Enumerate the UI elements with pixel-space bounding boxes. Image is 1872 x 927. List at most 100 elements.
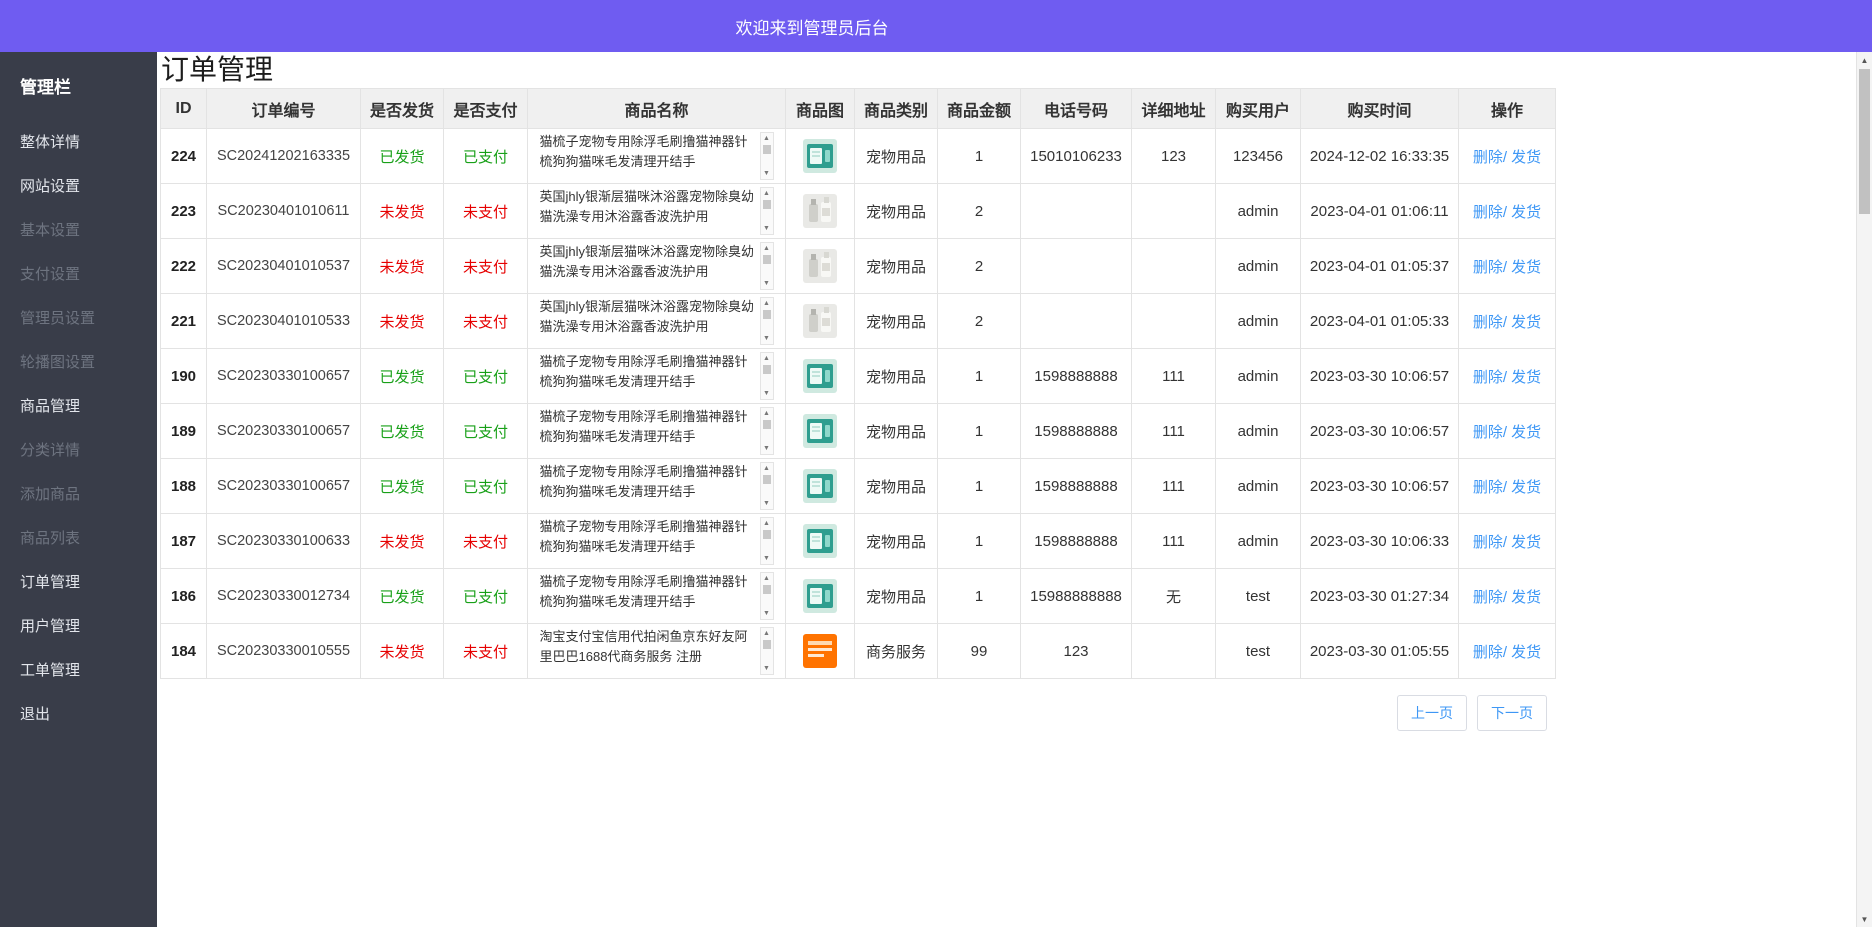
page-scrollbar[interactable]: ▲ ▼ [1856,52,1872,927]
scroll-down-icon[interactable]: ▼ [763,279,770,288]
scroll-down-icon[interactable]: ▼ [763,389,770,398]
textarea-scrollbar-thumb[interactable] [763,585,771,594]
action-separator: / [1503,314,1511,331]
product-name-textarea[interactable]: 英国jhly银渐层猫咪沐浴露宠物除臭幼猫洗澡专用沐浴露香波洗护用▲▼ [540,297,774,345]
scrollbar-down-icon[interactable]: ▼ [1857,911,1872,927]
product-name-textarea[interactable]: 猫梳子宠物专用除浮毛刷撸猫神器针梳狗狗猫咪毛发清理开结手▲▼ [540,132,774,180]
delete-link[interactable]: 删除 [1473,534,1503,551]
textarea-scrollbar[interactable]: ▲▼ [760,462,774,510]
delete-link[interactable]: 删除 [1473,479,1503,496]
scroll-down-icon[interactable]: ▼ [763,499,770,508]
sidebar-item-payment-settings[interactable]: 支付设置 [0,253,157,297]
sidebar: 管理栏 整体详情网站设置基本设置支付设置管理员设置轮播图设置商品管理分类详情添加… [0,52,157,927]
textarea-scrollbar[interactable]: ▲▼ [760,352,774,400]
delete-link[interactable]: 删除 [1473,314,1503,331]
ship-link[interactable]: 发货 [1511,644,1541,661]
ship-link[interactable]: 发货 [1511,589,1541,606]
sidebar-item-product-management[interactable]: 商品管理 [0,385,157,429]
textarea-scrollbar-thumb[interactable] [763,640,771,649]
product-name-textarea[interactable]: 猫梳子宠物专用除浮毛刷撸猫神器针梳狗狗猫咪毛发清理开结手▲▼ [540,572,774,620]
scroll-up-icon[interactable]: ▲ [763,299,770,308]
delete-link[interactable]: 删除 [1473,424,1503,441]
delete-link[interactable]: 删除 [1473,259,1503,276]
textarea-scrollbar-thumb[interactable] [763,530,771,539]
product-name-textarea[interactable]: 猫梳子宠物专用除浮毛刷撸猫神器针梳狗狗猫咪毛发清理开结手▲▼ [540,462,774,510]
product-name: 猫梳子宠物专用除浮毛刷撸猫神器针梳狗狗猫咪毛发清理开结手 [540,462,756,510]
product-name-textarea[interactable]: 英国jhly银渐层猫咪沐浴露宠物除臭幼猫洗澡专用沐浴露香波洗护用▲▼ [540,187,774,235]
textarea-scrollbar[interactable]: ▲▼ [760,297,774,345]
actions-cell: 删除/ 发货 [1459,459,1556,514]
textarea-scrollbar-thumb[interactable] [763,145,771,154]
scroll-down-icon[interactable]: ▼ [763,554,770,563]
scroll-down-icon[interactable]: ▼ [763,609,770,618]
sidebar-item-user-management[interactable]: 用户管理 [0,605,157,649]
sidebar-item-site-settings[interactable]: 网站设置 [0,165,157,209]
scroll-up-icon[interactable]: ▲ [763,134,770,143]
sidebar-item-admin-settings[interactable]: 管理员设置 [0,297,157,341]
textarea-scrollbar-thumb[interactable] [763,365,771,374]
action-separator: / [1503,589,1511,606]
scroll-down-icon[interactable]: ▼ [763,169,770,178]
ship-link[interactable]: 发货 [1511,314,1541,331]
sidebar-item-carousel-settings[interactable]: 轮播图设置 [0,341,157,385]
product-name-textarea[interactable]: 英国jhly银渐层猫咪沐浴露宠物除臭幼猫洗澡专用沐浴露香波洗护用▲▼ [540,242,774,290]
sidebar-item-logout[interactable]: 退出 [0,693,157,737]
textarea-scrollbar[interactable]: ▲▼ [760,242,774,290]
scroll-down-icon[interactable]: ▼ [763,224,770,233]
prev-page-button[interactable]: 上一页 [1397,695,1467,731]
buyer-user: admin [1216,349,1301,404]
scroll-up-icon[interactable]: ▲ [763,354,770,363]
delete-link[interactable]: 删除 [1473,589,1503,606]
scroll-up-icon[interactable]: ▲ [763,629,770,638]
textarea-scrollbar-thumb[interactable] [763,310,771,319]
textarea-scrollbar-thumb[interactable] [763,200,771,209]
ship-link[interactable]: 发货 [1511,204,1541,221]
textarea-scrollbar[interactable]: ▲▼ [760,407,774,455]
sidebar-menu: 整体详情网站设置基本设置支付设置管理员设置轮播图设置商品管理分类详情添加商品商品… [0,121,157,737]
delete-link[interactable]: 删除 [1473,369,1503,386]
sidebar-item-order-management[interactable]: 订单管理 [0,561,157,605]
textarea-scrollbar[interactable]: ▲▼ [760,132,774,180]
ship-link[interactable]: 发货 [1511,369,1541,386]
sidebar-item-ticket-management[interactable]: 工单管理 [0,649,157,693]
product-name-textarea[interactable]: 猫梳子宠物专用除浮毛刷撸猫神器针梳狗狗猫咪毛发清理开结手▲▼ [540,352,774,400]
ship-link[interactable]: 发货 [1511,534,1541,551]
scroll-down-icon[interactable]: ▼ [763,664,770,673]
sidebar-item-add-product[interactable]: 添加商品 [0,473,157,517]
scroll-up-icon[interactable]: ▲ [763,189,770,198]
sidebar-item-overall-details[interactable]: 整体详情 [0,121,157,165]
scrollbar-thumb[interactable] [1859,69,1870,214]
sidebar-item-basic-settings[interactable]: 基本设置 [0,209,157,253]
phone-number: 15988888888 [1021,569,1132,624]
scroll-up-icon[interactable]: ▲ [763,464,770,473]
scroll-up-icon[interactable]: ▲ [763,244,770,253]
textarea-scrollbar-thumb[interactable] [763,475,771,484]
next-page-button[interactable]: 下一页 [1477,695,1547,731]
scroll-up-icon[interactable]: ▲ [763,574,770,583]
sidebar-item-product-list[interactable]: 商品列表 [0,517,157,561]
scrollbar-up-icon[interactable]: ▲ [1857,52,1872,68]
product-name-textarea[interactable]: 淘宝支付宝信用代拍闲鱼京东好友阿里巴巴1688代商务服务 注册▲▼ [540,627,774,675]
shipped-status: 已发货 [361,129,444,184]
delete-link[interactable]: 删除 [1473,149,1503,166]
textarea-scrollbar[interactable]: ▲▼ [760,572,774,620]
textarea-scrollbar[interactable]: ▲▼ [760,517,774,565]
textarea-scrollbar-thumb[interactable] [763,255,771,264]
scroll-up-icon[interactable]: ▲ [763,409,770,418]
sidebar-item-category-details[interactable]: 分类详情 [0,429,157,473]
product-name-textarea[interactable]: 猫梳子宠物专用除浮毛刷撸猫神器针梳狗狗猫咪毛发清理开结手▲▼ [540,407,774,455]
textarea-scrollbar[interactable]: ▲▼ [760,627,774,675]
product-name: 英国jhly银渐层猫咪沐浴露宠物除臭幼猫洗澡专用沐浴露香波洗护用 [540,297,756,345]
ship-link[interactable]: 发货 [1511,424,1541,441]
ship-link[interactable]: 发货 [1511,259,1541,276]
scroll-down-icon[interactable]: ▼ [763,334,770,343]
ship-link[interactable]: 发货 [1511,149,1541,166]
textarea-scrollbar-thumb[interactable] [763,420,771,429]
scroll-up-icon[interactable]: ▲ [763,519,770,528]
textarea-scrollbar[interactable]: ▲▼ [760,187,774,235]
scroll-down-icon[interactable]: ▼ [763,444,770,453]
delete-link[interactable]: 删除 [1473,644,1503,661]
product-name-textarea[interactable]: 猫梳子宠物专用除浮毛刷撸猫神器针梳狗狗猫咪毛发清理开结手▲▼ [540,517,774,565]
delete-link[interactable]: 删除 [1473,204,1503,221]
ship-link[interactable]: 发货 [1511,479,1541,496]
